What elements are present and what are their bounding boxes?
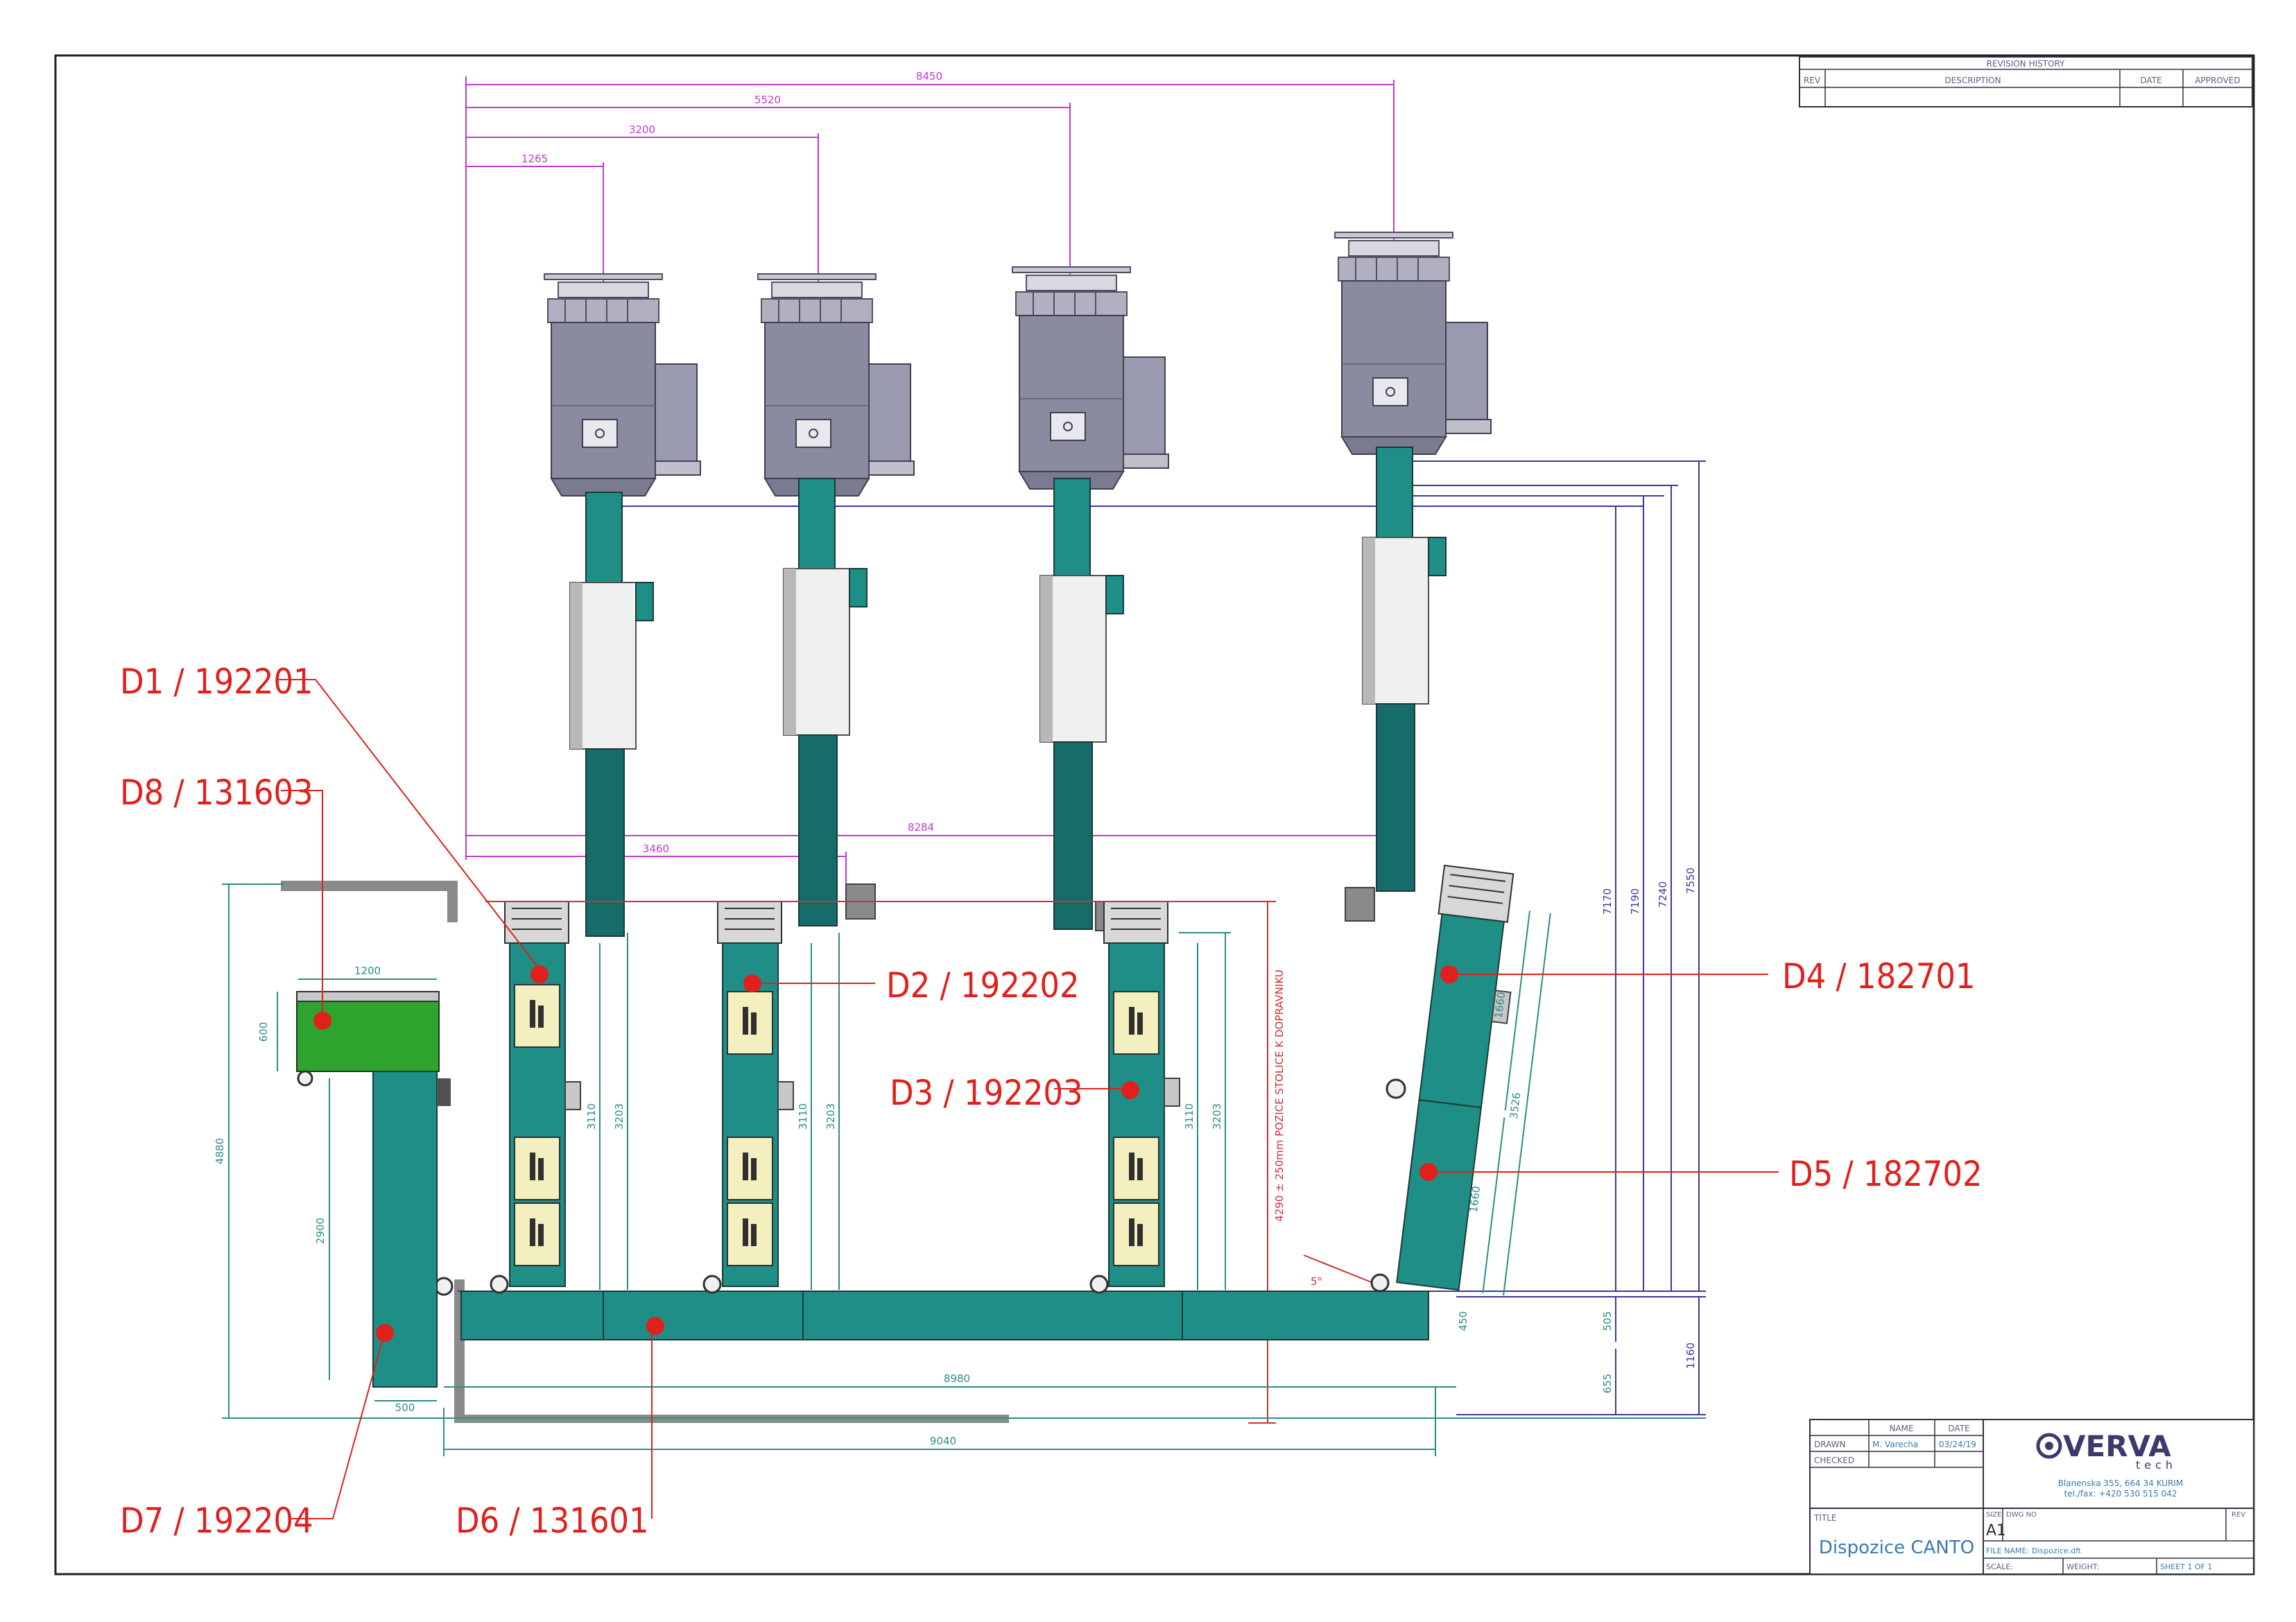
dim-9040: 9040 — [930, 1435, 956, 1447]
tb-sheet: SHEET 1 OF 1 — [2160, 1562, 2212, 1571]
dim-8980: 8980 — [944, 1372, 970, 1385]
conveyor-d6 — [434, 1273, 1429, 1340]
dim-8450: 8450 — [916, 70, 942, 83]
tb-size-value: A1 — [1986, 1522, 2006, 1539]
tb-drawn-date: 03/24/19 — [1939, 1440, 1976, 1449]
filler-machine-2 — [757, 273, 915, 497]
tb-title-label: TITLE — [1813, 1513, 1836, 1523]
dim-d7-2900: 2900 — [314, 1218, 327, 1244]
conveyor-d2 — [717, 901, 794, 1287]
dim-505: 505 — [1601, 1311, 1614, 1331]
dim-7240: 7240 — [1657, 881, 1669, 908]
tb-weight-label: WEIGHT: — [2066, 1562, 2099, 1571]
callout-d2: D2 / 192202 — [886, 965, 1080, 1006]
dim-d2-3110: 3110 — [797, 1103, 809, 1130]
dim-8284: 8284 — [908, 821, 934, 834]
dim-1265: 1265 — [521, 153, 548, 165]
dim-d5-1660: 1660 — [1467, 1185, 1483, 1213]
right-dimensions — [1615, 461, 1700, 1415]
dim-d6-450: 450 — [1457, 1311, 1469, 1331]
tb-title-value: Dispozice CANTO — [1819, 1537, 1974, 1558]
revision-history-table: REVISION HISTORY REV DESCRIPTION DATE AP… — [1799, 56, 2253, 107]
dim-5520: 5520 — [754, 94, 781, 106]
tb-file-name-value: Dispozice.dft — [2032, 1546, 2082, 1555]
callout-d1: D1 / 192201 — [120, 662, 313, 702]
dim-d45-3526: 3526 — [1508, 1092, 1524, 1119]
company-address: Blanenska 355, 664 34 KURIM — [2058, 1478, 2184, 1488]
dim-d1-3203: 3203 — [613, 1103, 625, 1130]
callout-d7: D7 / 192204 — [120, 1501, 313, 1541]
filler-machine-4 — [1334, 232, 1492, 455]
layout-drawing: REVISION HISTORY REV DESCRIPTION DATE AP… — [54, 54, 2255, 1576]
dim-d1-3110: 3110 — [585, 1103, 598, 1130]
dim-d8-600: 600 — [257, 1022, 270, 1042]
dim-7550: 7550 — [1684, 868, 1697, 894]
dim-7190: 7190 — [1629, 888, 1641, 915]
tb-size-label: SIZE — [1986, 1511, 2001, 1519]
company-sub: tech — [2136, 1458, 2177, 1472]
dim-655: 655 — [1601, 1374, 1614, 1394]
tb-dwg-no-label: DWG NO — [2006, 1511, 2037, 1519]
dim-d2-3203: 3203 — [825, 1103, 837, 1130]
callout-d4: D4 / 182701 — [1782, 956, 1976, 997]
callout-d5: D5 / 182702 — [1789, 1154, 1983, 1194]
tb-rev-label: REV — [2232, 1511, 2245, 1519]
revision-col-rev: REV — [1804, 76, 1821, 85]
revision-col-approved: APPROVED — [2195, 76, 2240, 85]
filler-machine-1 — [544, 273, 701, 497]
revision-history-title: REVISION HISTORY — [1987, 59, 2066, 69]
tb-col-date: DATE — [1948, 1424, 1969, 1433]
station-markers — [313, 965, 1458, 1342]
tb-file-name-label: FILE NAME: — [1986, 1546, 2029, 1555]
company-phone: tel./fax: +420 530 515 042 — [2064, 1489, 2177, 1499]
callout-d3: D3 / 192203 — [890, 1073, 1083, 1113]
dim-4880: 4880 — [214, 1138, 226, 1164]
tb-col-name: NAME — [1889, 1424, 1913, 1433]
dim-d3-3203: 3203 — [1211, 1103, 1223, 1130]
conveyor-d4-d5 — [1396, 864, 1551, 1296]
dim-3200: 3200 — [629, 123, 655, 136]
callout-d8: D8 / 131603 — [120, 773, 313, 813]
tb-scale-label: SCALE: — [1986, 1562, 2013, 1571]
tb-drawn-name: M. Varecha — [1872, 1440, 1918, 1449]
filler-machine-3 — [1012, 266, 1169, 490]
dim-7170: 7170 — [1601, 888, 1614, 915]
dim-d7-500: 500 — [395, 1401, 415, 1414]
conveyor-d3 — [1103, 901, 1180, 1287]
dim-3460: 3460 — [643, 843, 669, 855]
tb-drawn-label: DRAWN — [1814, 1440, 1846, 1449]
dim-1160: 1160 — [1684, 1343, 1697, 1369]
tb-checked-label: CHECKED — [1814, 1456, 1854, 1465]
angle-label: 5° — [1311, 1275, 1322, 1288]
dim-d8-1200: 1200 — [354, 965, 381, 977]
dim-d3-3110: 3110 — [1183, 1103, 1196, 1130]
conveyor-d1 — [504, 901, 581, 1287]
revision-col-date: DATE — [2140, 76, 2161, 85]
revision-col-description: DESCRIPTION — [1944, 76, 2001, 85]
callout-d6: D6 / 131601 — [456, 1501, 649, 1541]
feed-columns — [569, 447, 1447, 937]
stool-position-note: 4290 ± 250mm POZICE STOLICE K DOPRAVNIKU — [1273, 969, 1286, 1222]
